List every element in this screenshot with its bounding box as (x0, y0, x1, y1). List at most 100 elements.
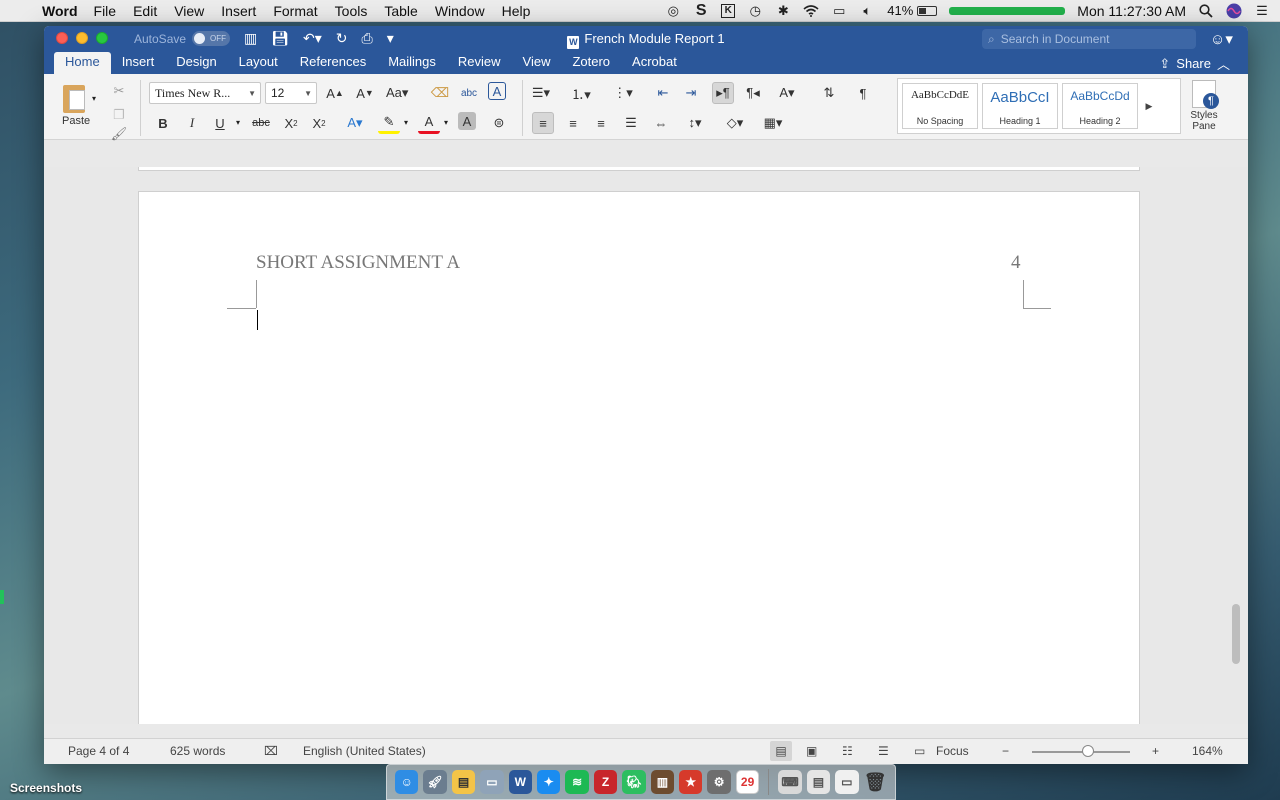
search-input[interactable] (1000, 32, 1181, 46)
feedback-smiley-icon[interactable]: ☺▾ (1210, 30, 1233, 48)
underline-button[interactable]: U (209, 112, 231, 134)
paste-options-chevron-icon[interactable]: ▾ (92, 94, 96, 103)
zoom-slider[interactable] (1032, 751, 1130, 753)
menu-help[interactable]: Help (502, 3, 531, 19)
close-window-button[interactable] (56, 32, 68, 44)
distributed-icon[interactable]: ⇔ (650, 112, 672, 134)
siri-icon[interactable] (1226, 3, 1242, 19)
phonetic-guide-icon[interactable]: abc (458, 82, 480, 104)
shading-icon[interactable]: ◇▾ (724, 112, 746, 134)
menu-format[interactable]: Format (273, 3, 317, 19)
document-area[interactable]: SHORT ASSIGNMENT A 4 (44, 167, 1248, 724)
line-spacing-icon[interactable]: ↕▾ (684, 112, 706, 134)
change-case-icon[interactable]: Aa▾ (386, 82, 408, 104)
tab-references[interactable]: References (289, 52, 377, 74)
outline-view-icon[interactable]: ☷ (842, 744, 853, 758)
launchpad-icon[interactable]: 🚀︎ (423, 770, 447, 794)
trash-icon[interactable]: 🗑︎ (864, 770, 887, 794)
preview-icon[interactable]: ▭ (480, 770, 504, 794)
page-header-text[interactable]: SHORT ASSIGNMENT A (256, 252, 460, 274)
downloads-stack-icon[interactable]: ▤ (806, 770, 831, 794)
zoom-slider-handle[interactable] (1082, 745, 1094, 757)
focus-mode-button[interactable]: Focus (936, 744, 969, 758)
rtl-paragraph-icon[interactable]: ¶◂ (742, 82, 764, 104)
format-painter-icon[interactable]: 🖌︎ (108, 126, 130, 142)
word-count[interactable]: 625 words (170, 744, 225, 758)
k-app-icon[interactable]: K (721, 3, 736, 18)
desktop-folder-label[interactable]: Screenshots (10, 781, 82, 795)
keyboard-icon[interactable]: ⌨ (778, 770, 802, 794)
menu-table[interactable]: Table (384, 3, 417, 19)
spotify-icon[interactable]: ≋ (565, 770, 589, 794)
show-formatting-marks-icon[interactable]: ¶ (852, 82, 874, 104)
copy-icon[interactable]: ❐ (108, 104, 130, 126)
highlight-options-chevron-icon[interactable]: ▾ (404, 118, 408, 127)
menubar-clock[interactable]: Mon 11:27:30 AM (1077, 3, 1186, 19)
highlight-color-icon[interactable]: ✎ (378, 112, 400, 134)
tab-mailings[interactable]: Mailings (377, 52, 447, 74)
s-app-icon[interactable]: S (693, 2, 709, 19)
page-count[interactable]: Page 4 of 4 (68, 744, 129, 758)
print-layout-view-icon[interactable]: ▤ (770, 741, 792, 761)
menu-tools[interactable]: Tools (335, 3, 368, 19)
vertical-scrollbar[interactable] (1230, 167, 1240, 724)
bluetooth-icon[interactable]: ✱ (775, 3, 791, 19)
cut-icon[interactable]: ✂ (108, 80, 130, 102)
notebooks-icon[interactable]: ▥ (650, 770, 675, 794)
documents-stack-icon[interactable]: ▭ (835, 770, 859, 794)
styles-pane-button[interactable]: Styles Pane (1184, 80, 1224, 132)
undo-icon[interactable]: ↶▾ (303, 30, 322, 47)
share-button[interactable]: ⇪ Share ︿ (1159, 54, 1230, 73)
grow-font-icon[interactable]: A ▲ (324, 82, 346, 104)
style-no-spacing[interactable]: AaBbCcDdE No Spacing (902, 83, 978, 129)
font-size-field[interactable]: 12 ▼ (265, 82, 317, 104)
autosave-toggle[interactable]: OFF (192, 31, 231, 46)
align-center-button[interactable]: ≡ (562, 112, 584, 134)
proofing-icon[interactable]: ⌧ (264, 744, 278, 758)
zoom-in-button[interactable]: + (1152, 744, 1159, 758)
menu-edit[interactable]: Edit (133, 3, 157, 19)
strikethrough-button[interactable]: abc (250, 112, 272, 134)
shrink-font-icon[interactable]: A ▼ (354, 82, 376, 104)
menu-window[interactable]: Window (435, 3, 485, 19)
draft-view-icon[interactable]: ☰ (878, 744, 889, 758)
stickies-icon[interactable]: ▤ (451, 770, 476, 794)
maximize-window-button[interactable] (96, 32, 108, 44)
style-heading-1[interactable]: AaBbCcI Heading 1 (982, 83, 1058, 129)
language[interactable]: English (United States) (303, 744, 426, 758)
bold-button[interactable]: B (152, 112, 174, 134)
document-page[interactable]: SHORT ASSIGNMENT A 4 (138, 191, 1140, 724)
numbering-icon[interactable]: ⒈▾ (570, 82, 592, 104)
scroll-thumb[interactable] (1232, 604, 1240, 664)
tab-review[interactable]: Review (447, 52, 512, 74)
reeder-icon[interactable]: ★ (679, 770, 703, 794)
save-icon[interactable]: 💾︎ (271, 30, 289, 47)
menu-insert[interactable]: Insert (221, 3, 256, 19)
evernote-icon[interactable]: 🐘︎ (622, 770, 646, 794)
tab-zotero[interactable]: Zotero (561, 52, 621, 74)
tab-acrobat[interactable]: Acrobat (621, 52, 688, 74)
tab-insert[interactable]: Insert (111, 52, 166, 74)
battery-indicator[interactable]: 41% (887, 3, 938, 18)
styles-more-chevron-icon[interactable]: ▶ (1142, 83, 1156, 129)
customize-toolbar-icon[interactable]: ▾ (387, 30, 394, 47)
superscript-button[interactable]: X2 (308, 112, 330, 134)
print-icon[interactable]: ⎙ (362, 30, 373, 47)
tab-home[interactable]: Home (54, 52, 111, 74)
zoom-level[interactable]: 164% (1192, 744, 1223, 758)
borders-icon[interactable]: ▦▾ (762, 112, 784, 134)
airplay-icon[interactable]: ▭ (831, 3, 847, 19)
align-right-button[interactable]: ≡ (590, 112, 612, 134)
underline-options-chevron-icon[interactable]: ▾ (236, 118, 240, 127)
system-preferences-icon[interactable]: ⚙ (707, 770, 731, 794)
tab-layout[interactable]: Layout (228, 52, 289, 74)
safari-icon[interactable]: ✦ (537, 770, 561, 794)
menu-app-name[interactable]: Word (42, 3, 78, 19)
sort-icon[interactable]: ⇅ (818, 82, 840, 104)
volume-icon[interactable]: 🔈︎ (859, 3, 875, 19)
focus-icon[interactable]: ▭ (914, 744, 925, 758)
creative-cloud-icon[interactable]: ◎ (665, 3, 681, 19)
menu-file[interactable]: File (94, 3, 117, 19)
bullets-icon[interactable]: ☰▾ (530, 82, 552, 104)
italic-button[interactable]: I (181, 112, 203, 134)
